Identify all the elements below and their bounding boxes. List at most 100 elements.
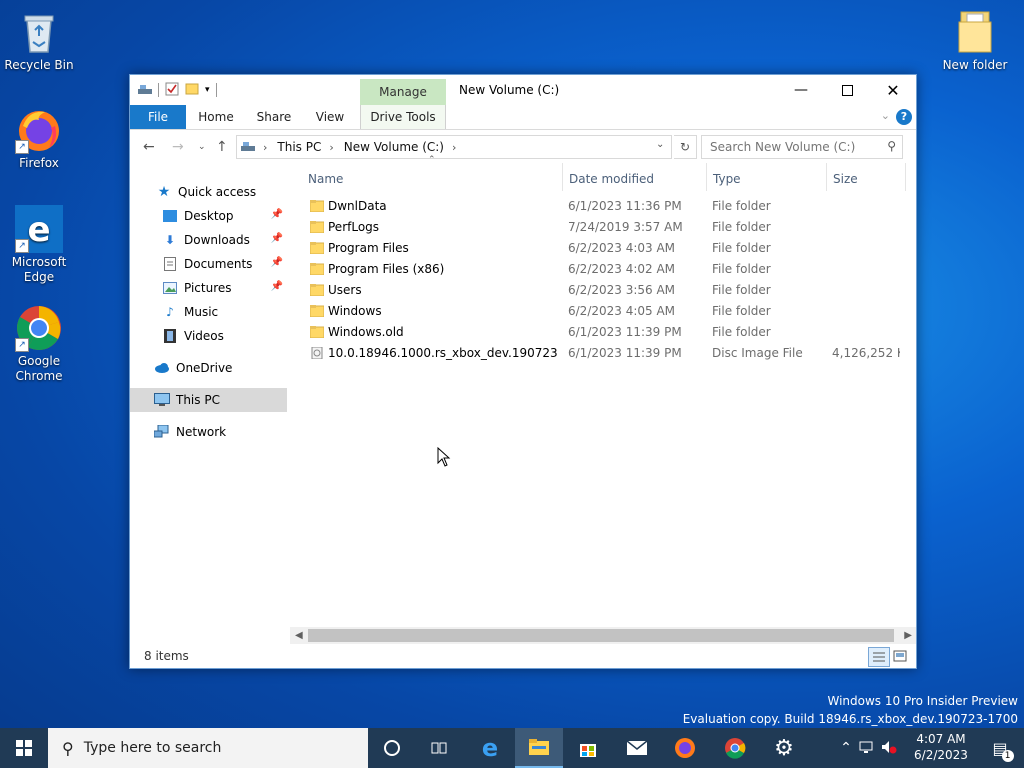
column-divider[interactable] (562, 163, 563, 191)
tab-file[interactable]: File (130, 105, 186, 129)
file-name: Users (328, 283, 362, 297)
drive-icon (241, 140, 255, 155)
taskbar-mail[interactable] (613, 728, 661, 768)
column-header-name[interactable]: Name (308, 167, 343, 191)
desktop-icon-new-folder[interactable]: New folder (937, 8, 1013, 73)
details-view-button[interactable] (868, 647, 890, 667)
status-bar: 8 items (130, 644, 916, 668)
cloud-icon (154, 360, 170, 376)
desktop-icon-recycle-bin[interactable]: Recycle Bin (1, 8, 77, 73)
pin-icon[interactable]: 📌 (271, 233, 283, 244)
back-icon[interactable]: ← (143, 139, 155, 155)
nav-onedrive[interactable]: OneDrive (130, 356, 287, 380)
chevron-right-icon[interactable]: › (452, 141, 456, 154)
nav-documents[interactable]: Documents 📌 (130, 252, 287, 276)
tab-share[interactable]: Share (252, 105, 296, 129)
file-date: 7/24/2019 3:57 AM (568, 220, 683, 234)
taskbar-firefox[interactable] (661, 728, 709, 768)
volume-muted-icon[interactable] (878, 740, 900, 757)
task-view-button[interactable] (416, 728, 464, 768)
forward-icon[interactable]: → (172, 139, 184, 155)
nav-label: Quick access (178, 185, 257, 199)
file-row[interactable]: Users 6/2/2023 3:56 AM File folder (302, 280, 907, 301)
nav-pictures[interactable]: Pictures 📌 (130, 276, 287, 300)
network-icon[interactable] (856, 740, 878, 757)
action-center-button[interactable]: ▤ 1 (976, 728, 1024, 768)
breadcrumb-this-pc[interactable]: This PC (277, 140, 321, 154)
taskbar-search-box[interactable]: ⚲ Type here to search (48, 728, 368, 768)
column-divider[interactable] (905, 163, 906, 191)
file-name: Program Files (x86) (328, 262, 445, 276)
file-row[interactable]: Program Files (x86) 6/2/2023 4:02 AM File … (302, 259, 907, 280)
search-box[interactable]: ⚲ (701, 135, 903, 159)
search-input[interactable] (708, 136, 882, 158)
file-name: Program Files (328, 241, 409, 255)
nav-quick-access[interactable]: ★ Quick access (130, 180, 287, 204)
chevron-right-icon[interactable]: › (329, 141, 333, 154)
file-row[interactable]: DwnlData 6/1/2023 11:36 PM File folder (302, 196, 907, 217)
nav-videos[interactable]: Videos (130, 324, 287, 348)
nav-label: This PC (176, 393, 220, 407)
column-divider[interactable] (706, 163, 707, 191)
nav-label: Desktop (184, 209, 234, 223)
ribbon-expand-icon[interactable]: ⌄ (881, 109, 890, 122)
large-icons-view-button[interactable] (890, 647, 910, 665)
taskbar-store[interactable] (564, 728, 612, 768)
close-button[interactable]: ✕ (870, 75, 916, 105)
scrollbar-thumb[interactable] (308, 629, 894, 642)
cortana-button[interactable] (368, 728, 416, 768)
clock[interactable]: 4:07 AM 6/2/2023 (906, 731, 976, 763)
taskbar-edge[interactable]: e (466, 728, 514, 768)
chevron-up-icon[interactable]: ⌃ (836, 740, 856, 756)
file-date: 6/2/2023 4:03 AM (568, 241, 676, 255)
desktop-icon-edge[interactable]: e ↗ Microsoft Edge (1, 205, 77, 285)
pin-icon[interactable]: 📌 (271, 281, 283, 292)
taskbar-chrome[interactable] (711, 728, 759, 768)
nav-music[interactable]: ♪ Music (130, 300, 287, 324)
maximize-button[interactable] (824, 75, 870, 105)
new-folder-icon[interactable] (185, 82, 199, 99)
desktop-icon-firefox[interactable]: ↗ Firefox (1, 106, 77, 171)
desktop-icon-label: Recycle Bin (4, 58, 74, 72)
column-header-size[interactable]: Size (833, 167, 858, 191)
recent-locations-icon[interactable]: ⌄ (198, 142, 206, 152)
pin-icon[interactable]: 📌 (271, 257, 283, 268)
file-row[interactable]: Windows 6/2/2023 4:05 AM File folder (302, 301, 907, 322)
refresh-button[interactable]: ↻ (674, 135, 697, 159)
file-row[interactable]: Program Files 6/2/2023 4:03 AM File folder (302, 238, 907, 259)
address-dropdown-icon[interactable]: ⌄ (656, 139, 664, 150)
file-row[interactable]: 10.0.18946.1000.rs_xbox_dev.190723-1700.… (302, 343, 907, 364)
column-header-date[interactable]: Date modified (569, 167, 654, 191)
scroll-left-icon[interactable]: ◀ (295, 627, 303, 644)
nav-network[interactable]: Network (130, 420, 287, 444)
breadcrumb-new-volume[interactable]: New Volume (C:) (344, 140, 444, 154)
column-divider[interactable] (826, 163, 827, 191)
address-bar[interactable]: › This PC › New Volume (C:) › (236, 135, 672, 159)
file-row[interactable]: PerfLogs 7/24/2019 3:57 AM File folder (302, 217, 907, 238)
taskbar-settings[interactable]: ⚙ (760, 728, 808, 768)
nav-this-pc[interactable]: This PC (130, 388, 287, 412)
tab-drive-tools[interactable]: Drive Tools (360, 105, 446, 129)
nav-desktop[interactable]: Desktop 📌 (130, 204, 287, 228)
pin-icon[interactable]: 📌 (271, 209, 283, 220)
clock-date: 6/2/2023 (914, 748, 968, 762)
minimize-button[interactable]: — (778, 75, 824, 105)
customize-qat-icon[interactable]: ▾ (205, 85, 210, 95)
sort-indicator-icon: ⌃ (428, 155, 436, 165)
up-icon[interactable]: ↑ (216, 139, 228, 155)
chevron-right-icon[interactable]: › (263, 141, 267, 154)
file-row[interactable]: Windows.old 6/1/2023 11:39 PM File folder (302, 322, 907, 343)
properties-icon[interactable] (165, 82, 179, 99)
tab-view[interactable]: View (308, 105, 352, 129)
taskbar-file-explorer[interactable] (515, 728, 563, 768)
horizontal-scrollbar[interactable]: ◀ ▶ (290, 627, 916, 644)
nav-label: Videos (184, 329, 224, 343)
column-header-type[interactable]: Type (713, 167, 741, 191)
scroll-right-icon[interactable]: ▶ (904, 627, 912, 644)
tab-home[interactable]: Home (193, 105, 239, 129)
desktop-icon-chrome[interactable]: ↗ Google Chrome (1, 304, 77, 384)
nav-downloads[interactable]: ⬇ Downloads 📌 (130, 228, 287, 252)
manage-context-tab[interactable]: Manage (360, 79, 446, 105)
help-icon[interactable]: ? (896, 109, 912, 125)
start-button[interactable] (0, 728, 48, 768)
